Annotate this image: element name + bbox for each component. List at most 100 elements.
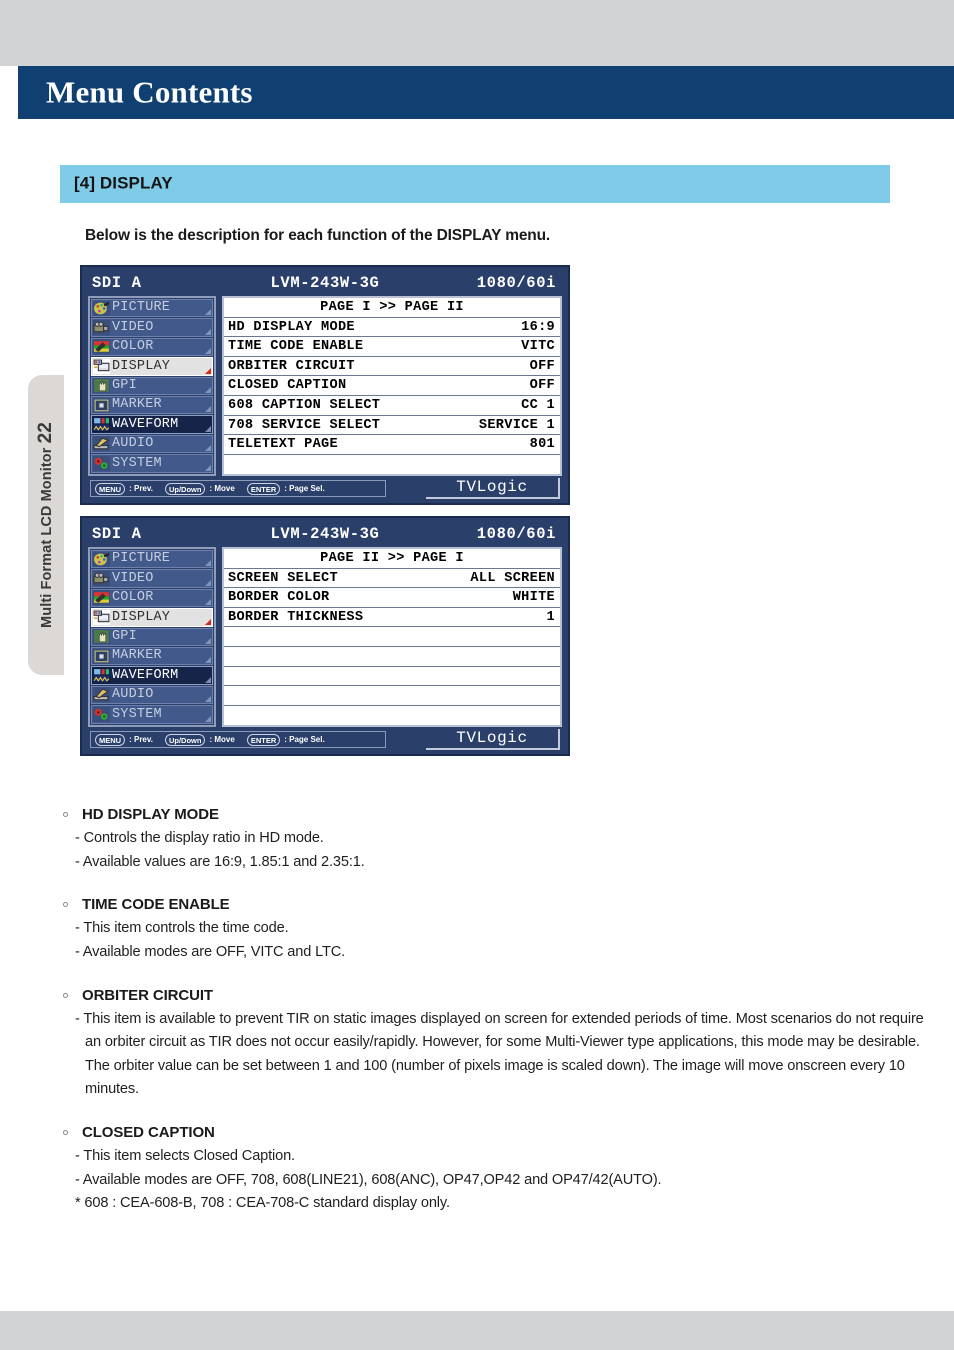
osd-key-description: : Prev. xyxy=(129,484,153,494)
speaker-icon xyxy=(93,436,110,452)
description-block: ORBITER CIRCUIT - This item is available … xyxy=(63,987,943,1103)
submenu-arrow-icon xyxy=(205,309,211,316)
osd-menu-list[interactable]: PICTURE VIDEO COLOR DISPLAY GPI MARKER WAVEFOR… xyxy=(88,547,216,727)
waveform-icon xyxy=(93,417,110,432)
osd-menu-item-label: MARKER xyxy=(112,397,162,413)
osd-setting-row[interactable]: CLOSED CAPTION OFF xyxy=(224,376,560,396)
description-title-text: TIME CODE ENABLE xyxy=(82,896,230,914)
osd-key-chip: Up/Down xyxy=(164,482,206,496)
osd-menu-item-label: GPI xyxy=(112,629,137,644)
submenu-arrow-icon xyxy=(205,657,211,664)
bullet-icon xyxy=(63,1130,68,1136)
camcorder-icon xyxy=(93,320,110,335)
osd-screenshot-page2: SDI A LVM-243W-3G 1080/60i PICTURE VIDEO C… xyxy=(80,516,570,757)
description-line: - Available modes are OFF, VITC and LTC. xyxy=(75,943,346,960)
section-heading-label: [4] DISPLAY xyxy=(74,173,173,193)
submenu-arrow-icon xyxy=(205,579,211,586)
osd-key-chip: ENTER xyxy=(246,482,281,496)
osd-menu-item-display[interactable]: DISPLAY xyxy=(91,608,213,627)
osd-menu-list[interactable]: PICTURE VIDEO COLOR DISPLAY GPI MARKER WAVEFOR… xyxy=(88,296,216,476)
osd-menu-item-video[interactable]: VIDEO xyxy=(91,569,213,588)
osd-menu-item-system[interactable]: SYSTEM xyxy=(91,705,213,724)
submenu-arrow-icon xyxy=(205,676,211,683)
osd-setting-name: ORBITER CIRCUIT xyxy=(228,358,355,374)
side-tab: Multi Format LCD Monitor 22 xyxy=(28,375,64,675)
osd-menu-item-system[interactable]: SYSTEM xyxy=(91,454,213,473)
osd-menu-item-label: DISPLAY xyxy=(112,609,171,625)
osd-empty-row xyxy=(224,627,560,647)
osd-setting-row[interactable]: BORDER THICKNESS 1 xyxy=(224,607,560,628)
osd-page-header-row[interactable]: PAGE II >> PAGE I xyxy=(224,549,560,569)
intro-sentence: Below is the description for each functi… xyxy=(85,227,551,244)
osd-menu-item-label: AUDIO xyxy=(112,436,154,452)
osd-menu-item-color[interactable]: COLOR xyxy=(91,588,213,608)
page-header-bar: Menu Contents xyxy=(18,66,954,119)
monitor-icon xyxy=(93,609,110,625)
osd-setting-value: WHITE xyxy=(512,590,555,606)
osd-setting-value: 16:9 xyxy=(521,319,555,335)
osd-setting-row[interactable]: 608 CAPTION SELECT CC 1 xyxy=(224,395,560,416)
osd-settings-table[interactable]: PAGE I >> PAGE II HD DISPLAY MODE 16:9 TIME… xyxy=(222,296,562,477)
osd-page-header-row[interactable]: PAGE I >> PAGE II xyxy=(224,298,560,318)
description-block: TIME CODE ENABLE - This item controls the… xyxy=(63,896,943,964)
osd-settings-table[interactable]: PAGE II >> PAGE I SCREEN SELECT ALL SCREEN… xyxy=(222,547,562,728)
osd-key-chip: Up/Down xyxy=(164,733,206,747)
osd-menu-item-audio[interactable]: AUDIO xyxy=(91,685,213,705)
osd-menu-item-picture[interactable]: PICTURE xyxy=(91,550,213,569)
osd-brand-logo: TVLogic xyxy=(426,729,560,751)
osd-body: PICTURE VIDEO COLOR DISPLAY GPI MARKER WAVEFOR… xyxy=(88,547,562,728)
osd-setting-name: HD DISPLAY MODE xyxy=(228,319,355,335)
page-title: Menu Contents xyxy=(46,73,253,109)
osd-menu-item-marker[interactable]: MARKER xyxy=(91,646,213,666)
osd-empty-row xyxy=(224,454,560,475)
description-title-text: CLOSED CAPTION xyxy=(82,1124,215,1142)
osd-menu-item-audio[interactable]: AUDIO xyxy=(91,434,213,454)
osd-setting-value: 1 xyxy=(546,609,555,625)
osd-menu-item-label: PICTURE xyxy=(112,551,171,567)
osd-body: PICTURE VIDEO COLOR DISPLAY GPI MARKER WAVEFOR… xyxy=(88,296,562,477)
osd-setting-row[interactable]: TIME CODE ENABLE VITC xyxy=(224,337,560,357)
osd-menu-item-label: GPI xyxy=(112,378,137,393)
osd-key-description: : Page Sel. xyxy=(284,735,325,745)
hand-icon xyxy=(93,378,110,394)
osd-menu-item-video[interactable]: VIDEO xyxy=(91,318,213,337)
osd-setting-row[interactable]: SCREEN SELECT ALL SCREEN xyxy=(224,568,560,589)
osd-setting-row[interactable]: BORDER COLOR WHITE xyxy=(224,588,560,608)
osd-setting-row[interactable]: TELETEXT PAGE 801 xyxy=(224,435,560,455)
osd-setting-value: VITC xyxy=(521,339,555,355)
osd-menu-item-label: MARKER xyxy=(112,648,162,664)
submenu-arrow-icon xyxy=(205,560,211,567)
palette-icon xyxy=(93,551,110,567)
osd-setting-row[interactable]: ORBITER CIRCUIT OFF xyxy=(224,356,560,377)
submenu-arrow-icon xyxy=(205,599,211,606)
osd-key-description: : Move xyxy=(209,484,235,494)
osd-setting-row[interactable]: 708 SERVICE SELECT SERVICE 1 xyxy=(224,415,560,436)
osd-menu-item-waveform[interactable]: WAVEFORM xyxy=(91,666,213,685)
osd-menu-item-marker[interactable]: MARKER xyxy=(91,395,213,415)
gears-icon xyxy=(93,706,110,722)
osd-setting-row[interactable]: HD DISPLAY MODE 16:9 xyxy=(224,317,560,338)
osd-menu-item-color[interactable]: COLOR xyxy=(91,337,213,357)
palette-icon xyxy=(93,300,110,316)
bottom-gray-band xyxy=(0,1311,954,1350)
osd-empty-row xyxy=(224,705,560,726)
description-title-text: HD DISPLAY MODE xyxy=(82,806,219,823)
osd-setting-name: SCREEN SELECT xyxy=(228,570,338,586)
description-block: CLOSED CAPTION - This item selects Closed… xyxy=(63,1124,943,1216)
osd-menu-item-waveform[interactable]: WAVEFORM xyxy=(91,415,213,434)
osd-menu-item-label: DISPLAY xyxy=(112,358,171,374)
osd-setting-name: 708 SERVICE SELECT xyxy=(228,417,381,433)
osd-menu-item-label: WAVEFORM xyxy=(112,667,179,683)
description-line: - This item selects Closed Caption. xyxy=(75,1148,295,1165)
osd-menu-item-gpi[interactable]: GPI xyxy=(91,627,213,646)
osd-empty-row xyxy=(224,666,560,687)
camcorder-icon xyxy=(93,571,110,586)
osd-footer: MENU: Prev. Up/Down: Move ENTER: Page Sel.… xyxy=(88,478,562,500)
osd-empty-row xyxy=(224,686,560,706)
osd-menu-item-gpi[interactable]: GPI xyxy=(91,376,213,395)
description-line: * 608 : CEA-608-B, 708 : CEA-708-C stand… xyxy=(75,1195,450,1212)
osd-menu-item-display[interactable]: DISPLAY xyxy=(91,357,213,376)
osd-setting-value: ALL SCREEN xyxy=(470,570,555,586)
gears-icon xyxy=(93,455,110,471)
osd-menu-item-picture[interactable]: PICTURE xyxy=(91,299,213,318)
